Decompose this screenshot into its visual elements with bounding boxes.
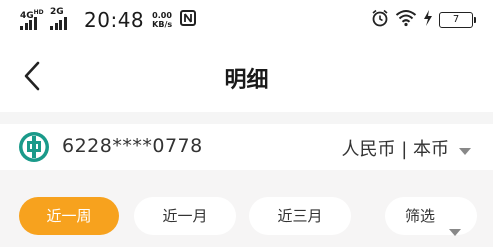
section-divider [0, 112, 493, 124]
status-left: 4GHD 2G 20:48 0.00 KB/s [20, 6, 197, 34]
wifi-icon [395, 9, 417, 31]
speed-unit: KB/s [152, 20, 173, 29]
alarm-icon [371, 9, 389, 31]
status-right: 7 [371, 8, 476, 32]
speed-value: 0.00 [152, 11, 172, 20]
filter-month-chip[interactable]: 近一月 [134, 197, 236, 235]
network-label-hd: HD [33, 9, 44, 16]
filter-dropdown-label: 筛选 [405, 207, 436, 225]
header: 明细 [0, 40, 493, 112]
nfc-icon [180, 10, 197, 30]
filter-week-chip[interactable]: 近一周 [19, 197, 119, 235]
filter-dropdown[interactable]: 筛选 [385, 197, 477, 236]
signal-2g-icon: 2G [50, 8, 74, 32]
network-speed: 0.00 KB/s [152, 11, 172, 29]
caret-down-icon[interactable] [459, 141, 471, 160]
battery-icon: 7 [439, 12, 476, 28]
bank-logo-icon [18, 131, 50, 163]
signal-4g-icon: 4GHD [20, 8, 44, 32]
account-number: 6228****0778 [62, 135, 203, 157]
status-time: 20:48 [84, 8, 145, 32]
currency-selector[interactable]: 人民币 | 本币 [341, 135, 449, 161]
account-row[interactable]: 6228****0778 人民币 | 本币 [0, 124, 493, 170]
status-bar: 4GHD 2G 20:48 0.00 KB/s 7 [0, 0, 493, 40]
filter-bar: 近一周 近一月 近三月 筛选 [0, 170, 493, 247]
page-title: 明细 [224, 68, 269, 93]
filter-three-months-chip[interactable]: 近三月 [249, 197, 351, 235]
battery-level: 7 [452, 14, 460, 25]
caret-down-icon [449, 213, 461, 251]
network-label-2g: 2G [50, 7, 64, 17]
charging-icon [423, 10, 433, 30]
